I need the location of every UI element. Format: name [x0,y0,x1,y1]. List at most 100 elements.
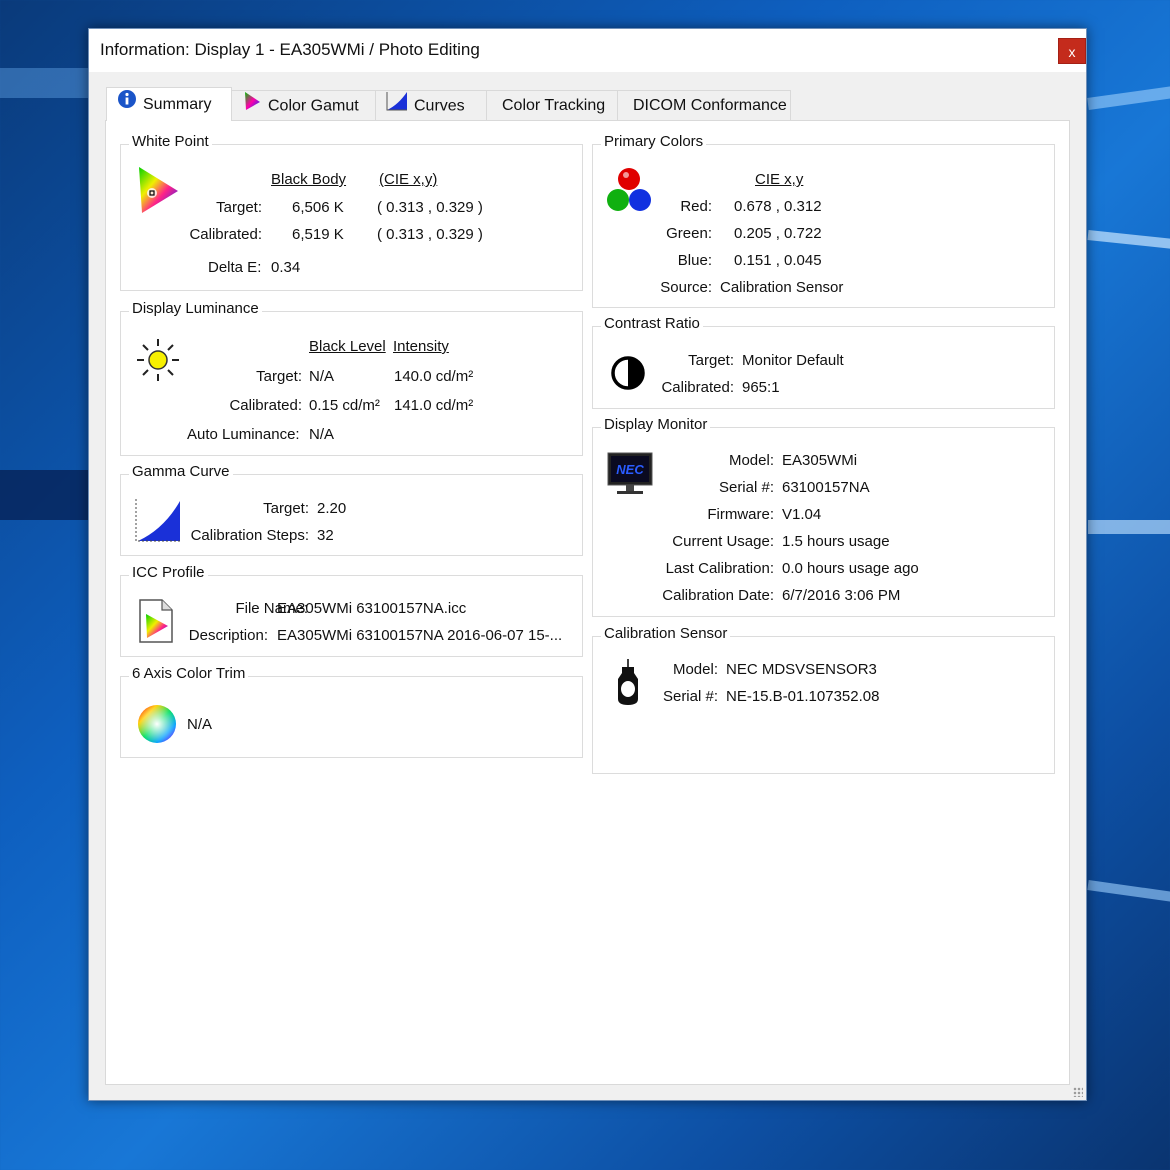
window-title: Information: Display 1 - EA305WMi / Phot… [100,40,480,59]
last-calibration-value: 0.0 hours usage ago [782,560,919,577]
firmware-value: V1.04 [782,506,822,523]
calibrated-label: Calibrated: [229,397,302,414]
color-gamut-icon [242,91,262,122]
calibrated-cie: ( 0.313 , 0.329 ) [377,226,483,243]
target-cie: ( 0.313 , 0.329 ) [377,199,483,216]
serial-label: Serial #: [718,479,774,496]
delta-e-label: Delta E: [208,259,262,276]
icc-description: EA305WMi 63100157NA 2016-06-07 15-... [277,627,563,644]
tab-label: DICOM Conformance [633,97,787,114]
sun-icon [135,337,181,387]
tab-color-gamut[interactable]: Color Gamut [231,90,376,121]
desktop-light-beam [1087,880,1170,906]
group-title: 6 Axis Color Trim [129,665,249,682]
gamma-curve-group: Gamma Curve Target: 2.20 Calibration Ste… [120,463,583,556]
calibration-date-value: 6/7/2016 3:06 PM [782,587,901,604]
tab-label: Color Tracking [502,97,606,114]
target-black-level: N/A [309,368,335,385]
desktop-light-beam [1088,520,1170,534]
contrast-target-value: Monitor Default [742,352,844,369]
group-title: Primary Colors [601,133,707,150]
calibrated-black-body: 6,519 K [292,226,344,243]
red-label: Red: [680,198,712,215]
information-dialog: Information: Display 1 - EA305WMi / Phot… [88,28,1087,1101]
calibrated-intensity: 141.0 cd/m² [394,397,474,414]
desktop-light-beam [1087,82,1170,110]
model-label: Model: [728,452,774,469]
icc-file-name: EA305WMi 63100157NA.icc [277,600,467,617]
auto-luminance-label: Auto Luminance: [187,426,300,443]
target-intensity: 140.0 cd/m² [394,368,474,385]
tab-label: Color Gamut [268,97,359,115]
desktop-light-beam [1087,230,1170,252]
contrast-ratio-group: Contrast Ratio Target: Monitor Default C… [592,315,1055,409]
blue-label: Blue: [677,252,712,269]
tab-curves[interactable]: Curves [375,90,487,121]
column-header-black-level: Black Level [309,338,386,355]
group-title: Calibration Sensor [601,625,731,642]
calibration-sensor-group: Calibration Sensor Model: NEC MDSVSENSOR… [592,625,1055,774]
desktop-shadow [0,470,88,520]
column-header-black-body: Black Body [271,171,347,188]
current-usage-label: Current Usage: [672,533,774,550]
column-header-cie: CIE x,y [755,171,804,188]
description-label: Description: [188,627,268,644]
display-luminance-group: Display Luminance Black Level Intensity … [120,300,583,456]
green-value: 0.205 , 0.722 [734,225,822,242]
auto-luminance-value: N/A [309,426,335,443]
blue-value: 0.151 , 0.045 [734,252,822,269]
column-header-cie: (CIE x,y) [379,171,438,188]
desktop-light-beam [0,68,88,98]
resize-grip[interactable] [1073,1087,1083,1097]
source-label: Source: [660,279,712,296]
red-value: 0.678 , 0.312 [734,198,822,215]
group-title: Contrast Ratio [601,315,703,332]
icc-file-icon [138,598,174,648]
calibration-steps-label: Calibration Steps: [190,527,309,544]
calibration-steps-value: 32 [317,527,334,544]
color-wheel-icon [136,703,178,749]
group-title: White Point [129,133,212,150]
sensor-model-value: NEC MDSVSENSOR3 [726,661,877,678]
firmware-label: Firmware: [707,506,774,523]
monitor-model-value: EA305WMi [782,452,858,469]
target-label: Target: [688,352,734,369]
white-point-group: White Point Black Body (CIE x,y) Target:… [120,133,583,291]
target-label: Target: [263,500,309,517]
source-value: Calibration Sensor [720,279,844,296]
calibration-date-label: Calibration Date: [662,587,774,604]
title-bar[interactable]: Information: Display 1 - EA305WMi / Phot… [89,29,1086,72]
green-label: Green: [666,225,712,242]
contrast-calibrated-value: 965:1 [742,379,780,396]
contrast-icon [610,355,646,395]
tab-color-tracking[interactable]: Color Tracking [486,90,618,121]
group-title: Gamma Curve [129,463,233,480]
tab-dicom-conformance[interactable]: DICOM Conformance [617,90,791,121]
calibrated-label: Calibrated: [189,226,262,243]
group-title: Display Monitor [601,416,711,433]
model-label: Model: [672,661,718,678]
serial-label: Serial #: [662,688,718,705]
calibrated-black-level: 0.15 cd/m² [309,397,380,414]
curves-icon [386,91,408,122]
target-black-body: 6,506 K [292,199,344,216]
tab-summary[interactable]: Summary [106,87,232,121]
column-header-intensity: Intensity [393,338,449,355]
tab-label: Summary [143,96,212,114]
info-icon [117,88,137,122]
target-label: Target: [256,368,302,385]
display-monitor-group: Display Monitor NEC Model: EA305WMi Seri… [592,416,1055,617]
current-usage-value: 1.5 hours usage [782,533,890,550]
calibrated-label: Calibrated: [661,379,734,396]
monitor-serial-value: 63100157NA [782,479,870,496]
primary-colors-group: Primary Colors CIE x,y Red: 0.678 , 0.31… [592,133,1055,308]
close-button[interactable]: x [1058,38,1086,64]
group-title: ICC Profile [129,564,208,581]
color-trim-value: N/A [187,716,213,733]
summary-panel: White Point Black Body (CIE x,y) Target:… [105,120,1070,1085]
icc-profile-group: ICC Profile File Name: EA305WMi 63100157… [120,564,583,657]
sensor-serial-value: NE-15.B-01.107352.08 [726,688,880,705]
gamma-target-value: 2.20 [317,500,347,517]
delta-e-value: 0.34 [271,259,301,276]
group-title: Display Luminance [129,300,262,317]
